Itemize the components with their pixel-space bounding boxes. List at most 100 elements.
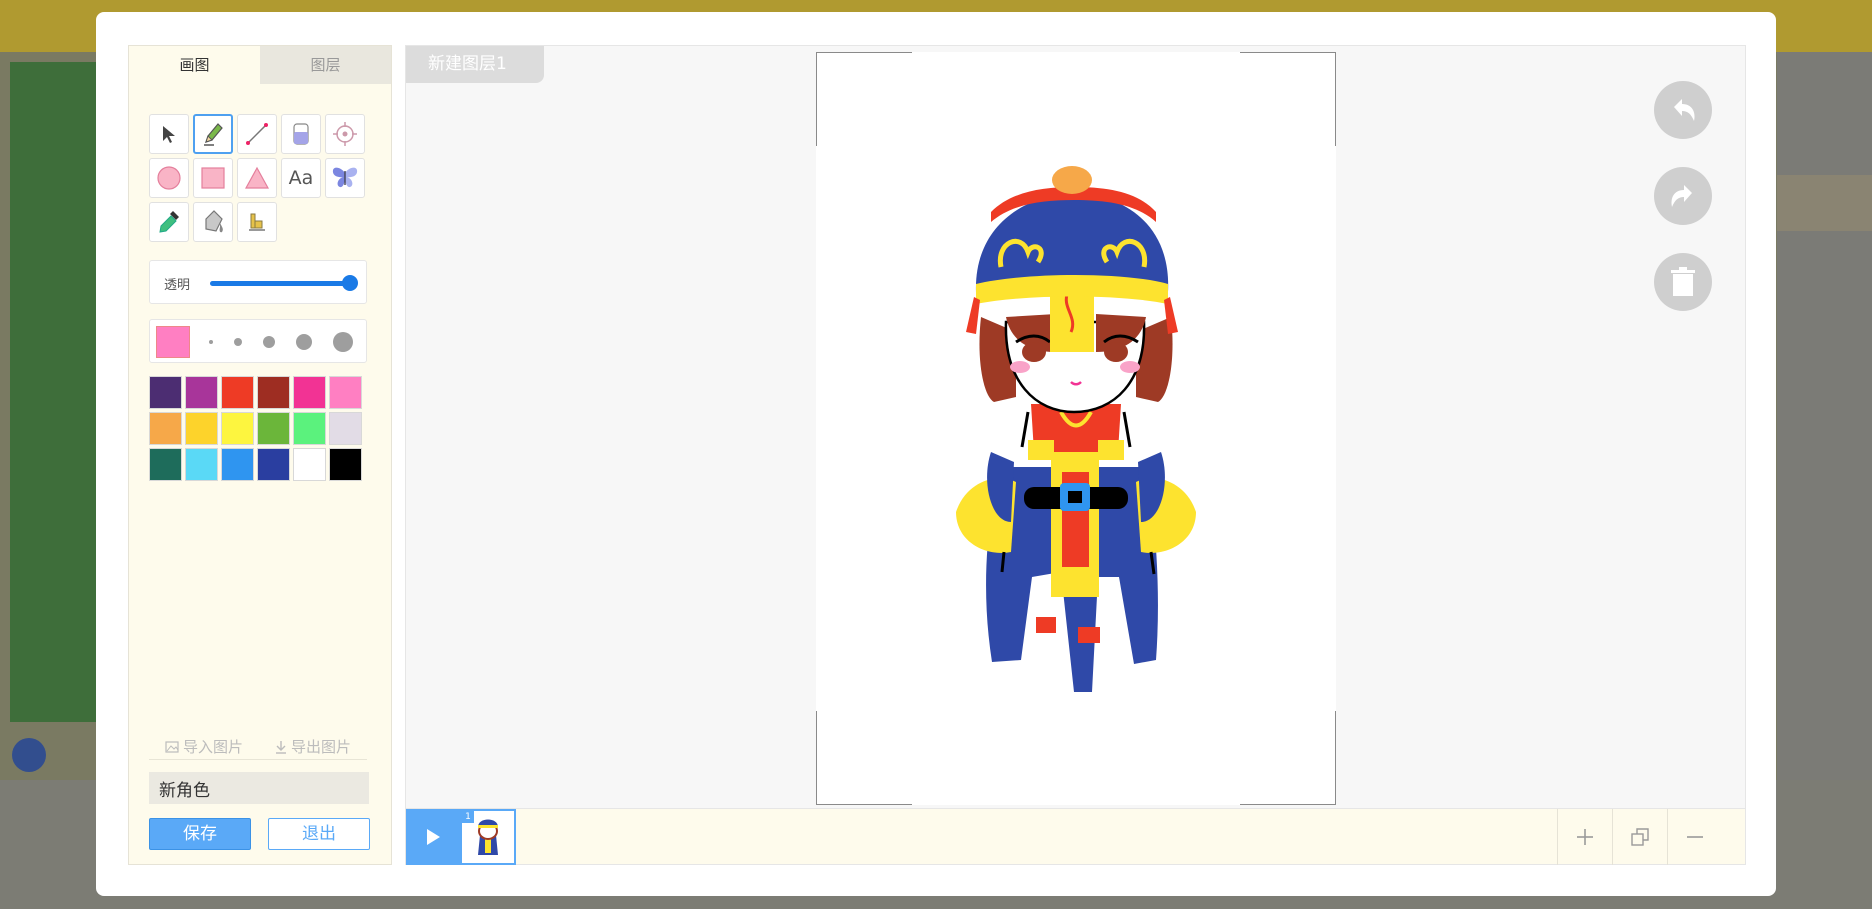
color-palette xyxy=(149,376,367,481)
center-tool[interactable] xyxy=(325,114,365,154)
eraser-icon xyxy=(293,123,309,145)
text-tool[interactable]: Aa xyxy=(281,158,321,198)
frame-thumbnail[interactable]: 1 xyxy=(460,809,516,865)
palette-color-3[interactable] xyxy=(221,376,254,409)
export-image-button[interactable]: 导出图片 xyxy=(275,734,351,759)
palette-color-18[interactable] xyxy=(329,448,362,481)
tab-layers[interactable]: 图层 xyxy=(260,46,391,84)
sticker-tool[interactable] xyxy=(325,158,365,198)
select-tool[interactable] xyxy=(149,114,189,154)
circle-icon xyxy=(157,166,181,190)
frame-number: 1 xyxy=(462,811,474,823)
canvas-corner-mark xyxy=(816,804,912,805)
palette-color-12[interactable] xyxy=(329,412,362,445)
opacity-label: 透明 xyxy=(164,278,191,293)
role-name-input[interactable] xyxy=(149,772,369,804)
eraser-tool[interactable] xyxy=(281,114,321,154)
fill-tool[interactable] xyxy=(193,202,233,242)
triangle-icon xyxy=(244,166,270,189)
cursor-icon xyxy=(163,126,175,143)
palette-color-5[interactable] xyxy=(293,376,326,409)
tool-panel: 画图 图层 Aa 透明 导入图片 导出图片 新角色 保存 退出 xyxy=(128,45,392,865)
palette-color-1[interactable] xyxy=(149,376,182,409)
brush-size-options xyxy=(198,320,364,364)
image-io-row: 导入图片 导出图片 xyxy=(149,734,367,760)
palette-color-6[interactable] xyxy=(329,376,362,409)
palette-color-14[interactable] xyxy=(185,448,218,481)
opacity-slider-handle[interactable] xyxy=(342,275,358,291)
palette-color-9[interactable] xyxy=(221,412,254,445)
download-icon xyxy=(275,740,286,754)
image-icon xyxy=(165,740,179,753)
eyedropper-icon xyxy=(159,211,179,233)
canvas-area: 新建图层1 1 xyxy=(405,45,1746,865)
rectangle-tool[interactable] xyxy=(193,158,233,198)
canvas-corner-mark xyxy=(816,52,817,146)
save-button[interactable]: 保存 xyxy=(149,818,251,850)
canvas-corner-mark xyxy=(1240,804,1336,805)
triangle-tool[interactable] xyxy=(237,158,277,198)
pencil-tool[interactable] xyxy=(193,114,233,154)
current-color-swatch[interactable] xyxy=(156,326,190,358)
canvas-corner-mark xyxy=(816,52,912,53)
align-tool[interactable] xyxy=(237,202,277,242)
drawing-canvas[interactable] xyxy=(816,52,1336,805)
butterfly-icon xyxy=(332,167,358,188)
eyedropper-tool[interactable] xyxy=(149,202,189,242)
paint-editor-modal: 画图 图层 Aa 透明 导入图片 导出图片 新角色 保存 退出 新建图层1 1 xyxy=(96,12,1776,896)
brush-size-4[interactable] xyxy=(296,334,313,350)
brush-control xyxy=(149,319,367,363)
remove-frame-button[interactable] xyxy=(1667,809,1722,865)
minus-icon xyxy=(1687,836,1703,838)
play-icon xyxy=(427,829,440,845)
opacity-control: 透明 xyxy=(149,260,367,304)
canvas-corner-mark xyxy=(1335,52,1336,146)
undo-button[interactable] xyxy=(1654,81,1712,139)
brush-size-5[interactable] xyxy=(333,332,354,352)
brush-size-3[interactable] xyxy=(262,336,275,348)
export-image-label: 导出图片 xyxy=(290,738,351,756)
text-icon: Aa xyxy=(288,167,314,189)
crosshair-icon xyxy=(333,122,357,146)
palette-color-7[interactable] xyxy=(149,412,182,445)
line-tool[interactable] xyxy=(237,114,277,154)
duplicate-frame-button[interactable] xyxy=(1612,809,1667,865)
add-frame-button[interactable] xyxy=(1557,809,1612,865)
palette-color-2[interactable] xyxy=(185,376,218,409)
background-side-band xyxy=(1777,175,1872,231)
palette-color-15[interactable] xyxy=(221,448,254,481)
brush-size-2[interactable] xyxy=(233,338,242,346)
import-image-button[interactable]: 导入图片 xyxy=(165,734,243,759)
tab-draw[interactable]: 画图 xyxy=(129,46,260,84)
palette-color-10[interactable] xyxy=(257,412,290,445)
undo-icon xyxy=(1674,99,1695,121)
brush-size-1[interactable] xyxy=(208,340,213,344)
delete-button[interactable] xyxy=(1654,253,1712,311)
pencil-icon xyxy=(204,123,223,146)
circle-tool[interactable] xyxy=(149,158,189,198)
character-drawing xyxy=(956,166,1196,692)
background-add-icon xyxy=(12,738,46,772)
redo-icon xyxy=(1671,185,1692,207)
paint-bucket-icon xyxy=(205,210,223,233)
canvas-corner-mark xyxy=(816,711,817,805)
line-icon xyxy=(246,123,268,145)
tool-grid: Aa xyxy=(149,114,369,242)
play-button[interactable] xyxy=(406,809,460,865)
copy-icon xyxy=(1631,828,1649,846)
palette-color-4[interactable] xyxy=(257,376,290,409)
canvas-corner-mark xyxy=(1240,52,1336,53)
exit-button[interactable]: 退出 xyxy=(268,818,370,850)
palette-color-13[interactable] xyxy=(149,448,182,481)
palette-color-17[interactable] xyxy=(293,448,326,481)
layer-name-tab[interactable]: 新建图层1 xyxy=(406,46,544,83)
redo-button[interactable] xyxy=(1654,167,1712,225)
palette-color-16[interactable] xyxy=(257,448,290,481)
plus-icon xyxy=(1577,829,1593,845)
background-stage xyxy=(10,62,96,722)
palette-color-8[interactable] xyxy=(185,412,218,445)
panel-tabs: 画图 图层 xyxy=(129,46,391,84)
trash-icon xyxy=(1671,267,1695,296)
palette-color-11[interactable] xyxy=(293,412,326,445)
opacity-slider-track[interactable] xyxy=(210,281,348,286)
